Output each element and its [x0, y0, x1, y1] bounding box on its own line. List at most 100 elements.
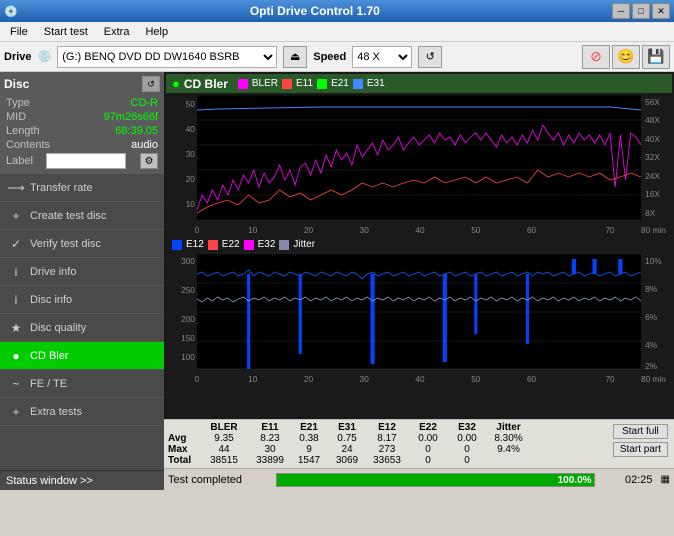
nav-label-drive-info: Drive info [30, 266, 76, 278]
sidebar-item-verify-test-disc[interactable]: ✓Verify test disc [0, 230, 164, 258]
svg-text:40X: 40X [645, 135, 660, 144]
svg-text:0: 0 [195, 226, 200, 235]
stats-area: BLER E11 E21 E31 E12 E22 E32 Jitter Avg … [164, 419, 674, 468]
eject-button[interactable]: ⏏ [283, 46, 307, 68]
svg-text:300: 300 [181, 257, 195, 266]
nav-label-cd-bler: CD Bler [30, 350, 69, 362]
face-button[interactable]: 😊 [612, 45, 640, 69]
menu-extra[interactable]: Extra [96, 24, 138, 40]
minimize-button[interactable]: ─ [612, 3, 630, 19]
sidebar-item-cd-bler[interactable]: ● CD Bler [0, 342, 164, 370]
svg-text:0: 0 [195, 375, 200, 384]
chart1-area: 50 40 30 20 10 56X 48X 40X 32X 24X 16X 8… [166, 95, 672, 235]
sidebar-item-fe-te[interactable]: ~ FE / TE [0, 370, 164, 398]
disc-label-key: Label [6, 155, 33, 167]
disc-refresh-button[interactable]: ↺ [142, 76, 160, 92]
svg-text:30: 30 [360, 375, 370, 384]
col-e31: E31 [328, 422, 366, 433]
svg-text:50: 50 [471, 375, 481, 384]
col-bler: BLER [198, 422, 250, 433]
action-buttons: ⊘ 😊 💾 [582, 45, 670, 69]
svg-text:100: 100 [181, 353, 195, 362]
legend2-e12-color [172, 240, 182, 250]
nav-label-disc-info: Disc info [30, 294, 72, 306]
avg-e32: 0.00 [448, 433, 486, 444]
sidebar-item-transfer-rate[interactable]: ⟶Transfer rate [0, 174, 164, 202]
nav-icon-extra-tests: + [8, 404, 24, 420]
total-row: Total 38515 33899 1547 3069 33653 0 0 [168, 455, 611, 466]
save-button[interactable]: 💾 [642, 45, 670, 69]
chart1-svg: 50 40 30 20 10 56X 48X 40X 32X 24X 16X 8… [166, 95, 672, 235]
speed-label: Speed [313, 51, 346, 63]
menu-start-test[interactable]: Start test [36, 24, 96, 40]
drive-select[interactable]: (G:) BENQ DVD DD DW1640 BSRB [57, 46, 277, 68]
max-e21: 9 [290, 444, 328, 455]
legend2-jitter-label: Jitter [293, 239, 315, 250]
legend1-bler-color [238, 79, 248, 89]
menu-help[interactable]: Help [137, 24, 176, 40]
start-full-button[interactable]: Start full [613, 424, 668, 439]
nav-icon-fe-te: ~ [8, 376, 24, 392]
menu-file[interactable]: File [2, 24, 36, 40]
progress-percent: 100.0% [558, 474, 592, 488]
maximize-button[interactable]: □ [632, 3, 650, 19]
close-button[interactable]: ✕ [652, 3, 670, 19]
svg-text:10: 10 [248, 226, 258, 235]
label-gear-button[interactable]: ⚙ [140, 153, 158, 169]
nav-label-fe-te: FE / TE [30, 378, 67, 390]
start-part-button[interactable]: Start part [613, 442, 668, 457]
status-text: Test completed [168, 474, 268, 486]
disc-label-input[interactable] [46, 153, 126, 169]
progress-fill [277, 474, 594, 486]
disc-type-label: Type [6, 97, 30, 109]
total-e31: 3069 [328, 455, 366, 466]
svg-text:20: 20 [304, 375, 314, 384]
sidebar-item-disc-info[interactable]: iDisc info [0, 286, 164, 314]
legend1-e21-label: E21 [331, 78, 349, 89]
sidebar-item-extra-tests[interactable]: +Extra tests [0, 398, 164, 426]
svg-text:30: 30 [186, 150, 196, 159]
speed-select[interactable]: 48 X [352, 46, 412, 68]
chart2-svg: 300 250 200 150 100 10% 8% 6% 4% 2% [166, 254, 672, 384]
svg-text:20: 20 [186, 175, 196, 184]
stats-table: BLER E11 E21 E31 E12 E22 E32 Jitter Avg … [168, 422, 611, 466]
win-status-text[interactable]: Status window >> [6, 475, 93, 487]
refresh-button[interactable]: ↺ [418, 46, 442, 68]
svg-text:48X: 48X [645, 116, 660, 125]
avg-row: Avg 9.35 8.23 0.38 0.75 8.17 0.00 0.00 8… [168, 433, 611, 444]
legend1-e31-label: E31 [367, 78, 385, 89]
drivebar: Drive 💿 (G:) BENQ DVD DD DW1640 BSRB ⏏ S… [0, 42, 674, 72]
sidebar-item-drive-info[interactable]: i Drive info [0, 258, 164, 286]
content-area: ● CD Bler BLER E11 E21 E31 50 40 [164, 72, 674, 490]
svg-text:16X: 16X [645, 190, 660, 199]
legend1-e31-color [353, 79, 363, 89]
nav-label-transfer-rate: Transfer rate [30, 182, 93, 194]
svg-text:40: 40 [186, 125, 196, 134]
chart1-header: ● CD Bler BLER E11 E21 E31 [166, 74, 672, 93]
avg-e22: 0.00 [408, 433, 448, 444]
svg-text:60: 60 [527, 226, 537, 235]
nav-icon-drive-info: i [8, 264, 24, 280]
svg-text:10: 10 [186, 200, 196, 209]
titlebar: 💿 Opti Drive Control 1.70 ─ □ ✕ [0, 0, 674, 22]
legend2-e22-label: E22 [222, 239, 240, 250]
sidebar: Disc ↺ Type CD-R MID 97m26s66f Length 68… [0, 72, 164, 490]
stats-header: BLER E11 E21 E31 E12 E22 E32 Jitter [168, 422, 611, 433]
cancel-button[interactable]: ⊘ [582, 45, 610, 69]
nav-icon-cd-bler: ● [8, 348, 24, 364]
sidebar-item-create-test-disc[interactable]: +Create test disc [0, 202, 164, 230]
svg-text:8X: 8X [645, 209, 656, 218]
disc-title: Disc [4, 77, 29, 91]
disc-length-row: Length 68:39.05 [4, 124, 160, 138]
legend1-e11-color [282, 79, 292, 89]
win-status-bar[interactable]: Status window >> [0, 470, 164, 490]
col-e12: E12 [366, 422, 408, 433]
svg-text:24X: 24X [645, 172, 660, 181]
legend1-e21-color [317, 79, 327, 89]
chart2-area: 300 250 200 150 100 10% 8% 6% 4% 2% [166, 254, 672, 417]
svg-text:20: 20 [304, 226, 314, 235]
chart2-legend: E12 E22 E32 Jitter [166, 237, 672, 252]
total-e21: 1547 [290, 455, 328, 466]
sidebar-item-disc-quality[interactable]: ★Disc quality [0, 314, 164, 342]
max-jitter: 9.4% [486, 444, 531, 455]
